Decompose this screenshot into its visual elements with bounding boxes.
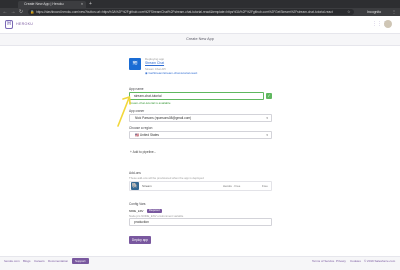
region-select[interactable]: 🇺🇸 United States ▾ xyxy=(129,131,272,139)
app-owner-select[interactable]: Nick Parsons (nparsons08@gmail.com) ▾ xyxy=(129,114,272,122)
config-key: NODE_ENV xyxy=(129,210,144,213)
footer-link-heroku[interactable]: heroku.com xyxy=(4,258,20,264)
region-value: United States xyxy=(139,133,160,137)
footer-copyright: © 2019 Salesforce.com xyxy=(364,259,396,263)
addons-label: Add-ons xyxy=(129,171,141,175)
chevron-down-icon: ▾ xyxy=(266,116,268,120)
footer-link-documentation[interactable]: Documentation xyxy=(48,258,68,264)
required-badge: Required xyxy=(147,209,162,213)
bookmark-star-icon[interactable]: ☆ xyxy=(347,9,351,15)
us-flag-icon: 🇺🇸 xyxy=(135,133,139,137)
footer-link-blogs[interactable]: Blogs xyxy=(23,258,31,264)
forward-icon[interactable]: → xyxy=(10,8,16,16)
app-name-link[interactable]: Stream Chat xyxy=(145,61,164,65)
footer-link-privacy[interactable]: Privacy xyxy=(336,258,346,264)
reload-icon[interactable]: ↻ xyxy=(18,8,24,16)
annotation-arrow-icon xyxy=(117,96,131,127)
address-url: https://dashboard.heroku.com/new?button-… xyxy=(36,10,333,14)
config-value-input[interactable] xyxy=(129,218,272,226)
new-tab-icon[interactable]: + xyxy=(89,1,92,8)
addon-plan: Heroku · Free xyxy=(223,184,241,188)
add-to-pipeline-button[interactable]: + Add to pipeline... xyxy=(130,150,156,154)
support-button[interactable]: Support xyxy=(72,258,89,264)
app-name-input[interactable] xyxy=(129,92,264,100)
avatar[interactable] xyxy=(384,20,392,28)
tab-close-icon[interactable]: × xyxy=(81,1,83,8)
region-label: Choose a region xyxy=(129,126,153,130)
repo-link[interactable]: ◉ GetStream/stream-chat-tutorial-react xyxy=(145,71,197,75)
brand-name[interactable]: HEROKU xyxy=(16,21,33,28)
lock-icon: 🔒 xyxy=(30,10,35,14)
addon-name: Stream xyxy=(142,184,152,188)
footer-link-terms[interactable]: Terms of Service xyxy=(312,258,334,264)
app-name-label: App name xyxy=(129,87,144,91)
back-icon[interactable]: ← xyxy=(2,8,8,16)
availability-message: stream-chat-tutorial is available xyxy=(129,101,171,105)
config-vars-label: Config Vars xyxy=(129,202,146,206)
addon-price: Free xyxy=(262,184,268,188)
footer-link-careers[interactable]: Careers xyxy=(34,258,45,264)
address-bar[interactable]: https://dashboard.heroku.com/new?button-… xyxy=(28,9,354,15)
app-owner-value: Nick Parsons (nparsons08@gmail.com) xyxy=(135,116,192,120)
browser-menu-icon[interactable]: ⋮ xyxy=(392,9,396,15)
page-title: Create New App xyxy=(186,37,214,41)
stream-logo-icon: ≋ xyxy=(129,58,141,70)
chevron-down-icon: ▾ xyxy=(266,133,268,137)
addons-hint: These add-ons will be provisioned when t… xyxy=(129,176,204,180)
valid-check-icon: ✓ xyxy=(266,93,272,99)
deploy-app-button[interactable]: Deploy app xyxy=(129,236,151,244)
browser-tab[interactable]: Create New App | Heroku × xyxy=(18,1,86,8)
browser-tab-title: Create New App | Heroku xyxy=(24,2,64,6)
stream-addon-icon: 🐘 xyxy=(131,182,139,190)
footer-link-cookies[interactable]: Cookies xyxy=(350,258,361,264)
repo-link-text: GetStream/stream-chat-tutorial-react xyxy=(148,71,198,75)
heroku-logo-icon[interactable]: H xyxy=(5,20,13,29)
app-header xyxy=(0,16,400,34)
incognito-label: Incognito xyxy=(367,10,382,14)
